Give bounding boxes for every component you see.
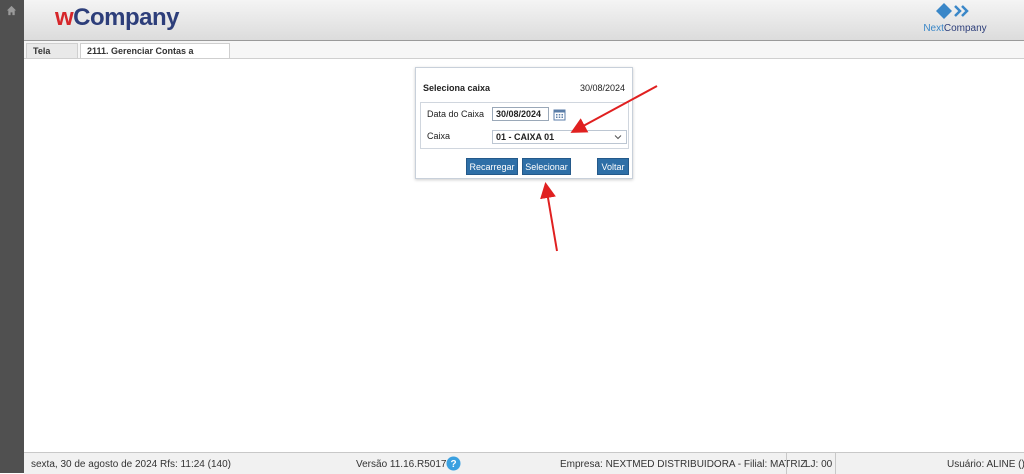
status-user: Usuário: ALINE () xyxy=(947,459,1024,470)
voltar-button[interactable]: Voltar xyxy=(597,158,629,175)
status-rfs: Rfs: 11:24 (140) xyxy=(160,459,231,470)
seleciona-caixa-dialog: Seleciona caixa 30/08/2024 Data do Caixa… xyxy=(415,67,633,179)
caixa-select[interactable]: 01 - CAIXA 01 xyxy=(492,130,627,144)
app-header: wCompany NextCompany xyxy=(24,0,1024,41)
nextcompany-logo-text: NextCompany xyxy=(923,23,987,34)
tab-bar: Tela Inicial 2111. Gerenciar Contas a Pa… xyxy=(24,41,1024,71)
dialog-title: Seleciona caixa xyxy=(423,83,491,93)
home-icon[interactable] xyxy=(6,5,17,16)
status-empresa: Empresa: NEXTMED DISTRIBUIDORA - Filial:… xyxy=(560,459,807,470)
recarregar-button[interactable]: Recarregar xyxy=(466,158,518,175)
status-bar: sexta, 30 de agosto de 2024 Rfs: 11:24 (… xyxy=(24,452,1024,474)
svg-text:?: ? xyxy=(450,459,456,470)
status-version: Versão 11.16.R5017 xyxy=(356,459,447,470)
calendar-icon[interactable] xyxy=(553,108,566,121)
left-rail xyxy=(0,0,24,473)
dialog-date: 30/08/2024 xyxy=(579,83,625,93)
help-icon[interactable]: ? xyxy=(446,456,461,471)
selecionar-button[interactable]: Selecionar xyxy=(522,158,571,175)
tab-tela-inicial[interactable]: Tela Inicial xyxy=(26,43,78,71)
wcompany-logo: wCompany xyxy=(55,4,180,31)
data-do-caixa-input[interactable] xyxy=(492,107,549,121)
chevron-down-icon xyxy=(614,135,622,140)
status-divider xyxy=(786,453,787,474)
status-lj: LJ: 00 xyxy=(805,459,833,470)
status-date: sexta, 30 de agosto de 2024 xyxy=(31,459,158,470)
data-do-caixa-label: Data do Caixa xyxy=(427,109,485,119)
caixa-selected-value: 01 - CAIXA 01 xyxy=(496,132,555,142)
tab-gerenciar-contas[interactable]: 2111. Gerenciar Contas a Pagar× xyxy=(80,43,230,71)
caixa-label: Caixa xyxy=(427,131,451,141)
status-divider xyxy=(835,453,836,474)
